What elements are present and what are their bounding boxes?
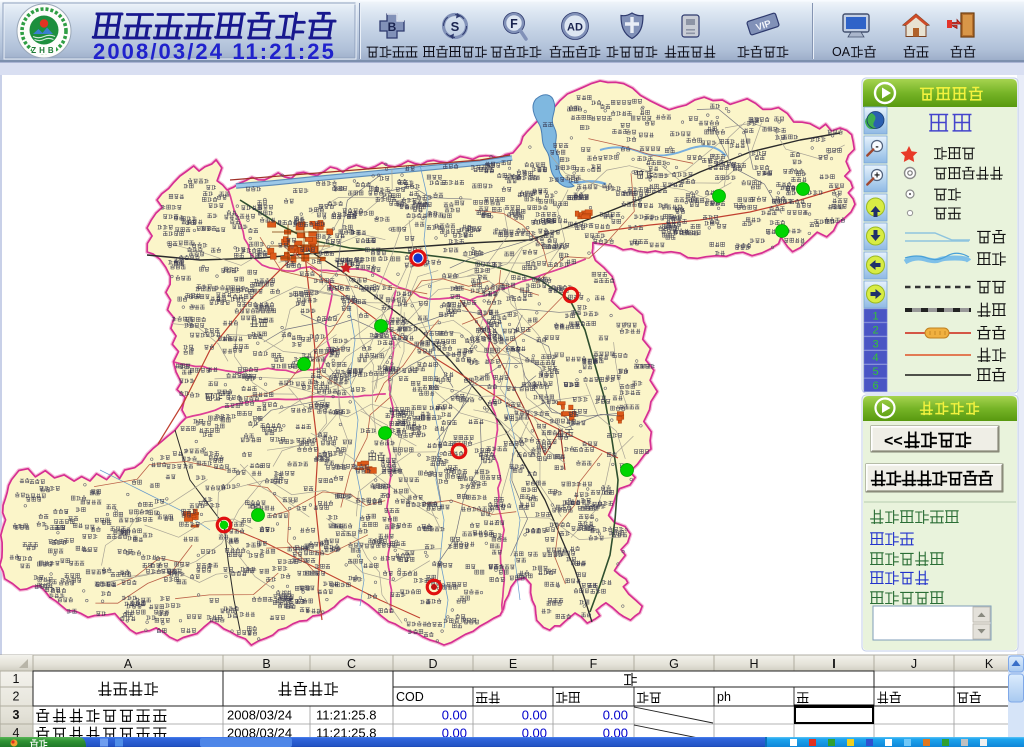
svg-text:0.00: 0.00 xyxy=(522,708,547,723)
svg-text:H: H xyxy=(749,657,758,671)
svg-text:ZHB: ZHB xyxy=(31,46,56,55)
svg-text:0.00: 0.00 xyxy=(442,708,467,723)
svg-text:3: 3 xyxy=(13,708,20,722)
svg-text:G: G xyxy=(669,657,679,671)
svg-text:ph: ph xyxy=(717,690,731,704)
svg-text:-: - xyxy=(875,142,878,153)
svg-text:B: B xyxy=(388,20,397,34)
svg-text:D: D xyxy=(428,657,437,671)
svg-text:K: K xyxy=(985,657,994,671)
svg-text:2008/03/24 11:21:25: 2008/03/24 11:21:25 xyxy=(93,39,336,64)
svg-text:OA: OA xyxy=(832,45,851,59)
svg-text:B: B xyxy=(262,657,270,671)
svg-text:2: 2 xyxy=(13,690,20,704)
svg-text:11:21:25.8: 11:21:25.8 xyxy=(316,708,376,723)
svg-text:2008/03/24: 2008/03/24 xyxy=(227,708,292,723)
svg-text:2: 2 xyxy=(872,324,878,336)
svg-text:C: C xyxy=(347,657,356,671)
svg-text:0.00: 0.00 xyxy=(603,708,628,723)
svg-text:<<: << xyxy=(884,433,903,450)
svg-text:COD: COD xyxy=(396,690,424,704)
svg-text:4: 4 xyxy=(872,352,878,364)
svg-text:E: E xyxy=(509,657,517,671)
svg-text:A: A xyxy=(124,657,133,671)
svg-text:J: J xyxy=(911,657,917,671)
svg-text:AD: AD xyxy=(567,22,583,34)
svg-text:1: 1 xyxy=(13,672,20,686)
svg-text:S: S xyxy=(451,19,460,34)
svg-text:1: 1 xyxy=(872,311,878,323)
svg-text:F: F xyxy=(510,17,518,31)
svg-text:F: F xyxy=(590,657,598,671)
svg-text:3: 3 xyxy=(872,338,878,350)
svg-text:5: 5 xyxy=(872,366,878,378)
svg-text:I: I xyxy=(832,657,835,671)
svg-text:+: + xyxy=(874,171,880,182)
svg-text:6: 6 xyxy=(872,380,878,392)
